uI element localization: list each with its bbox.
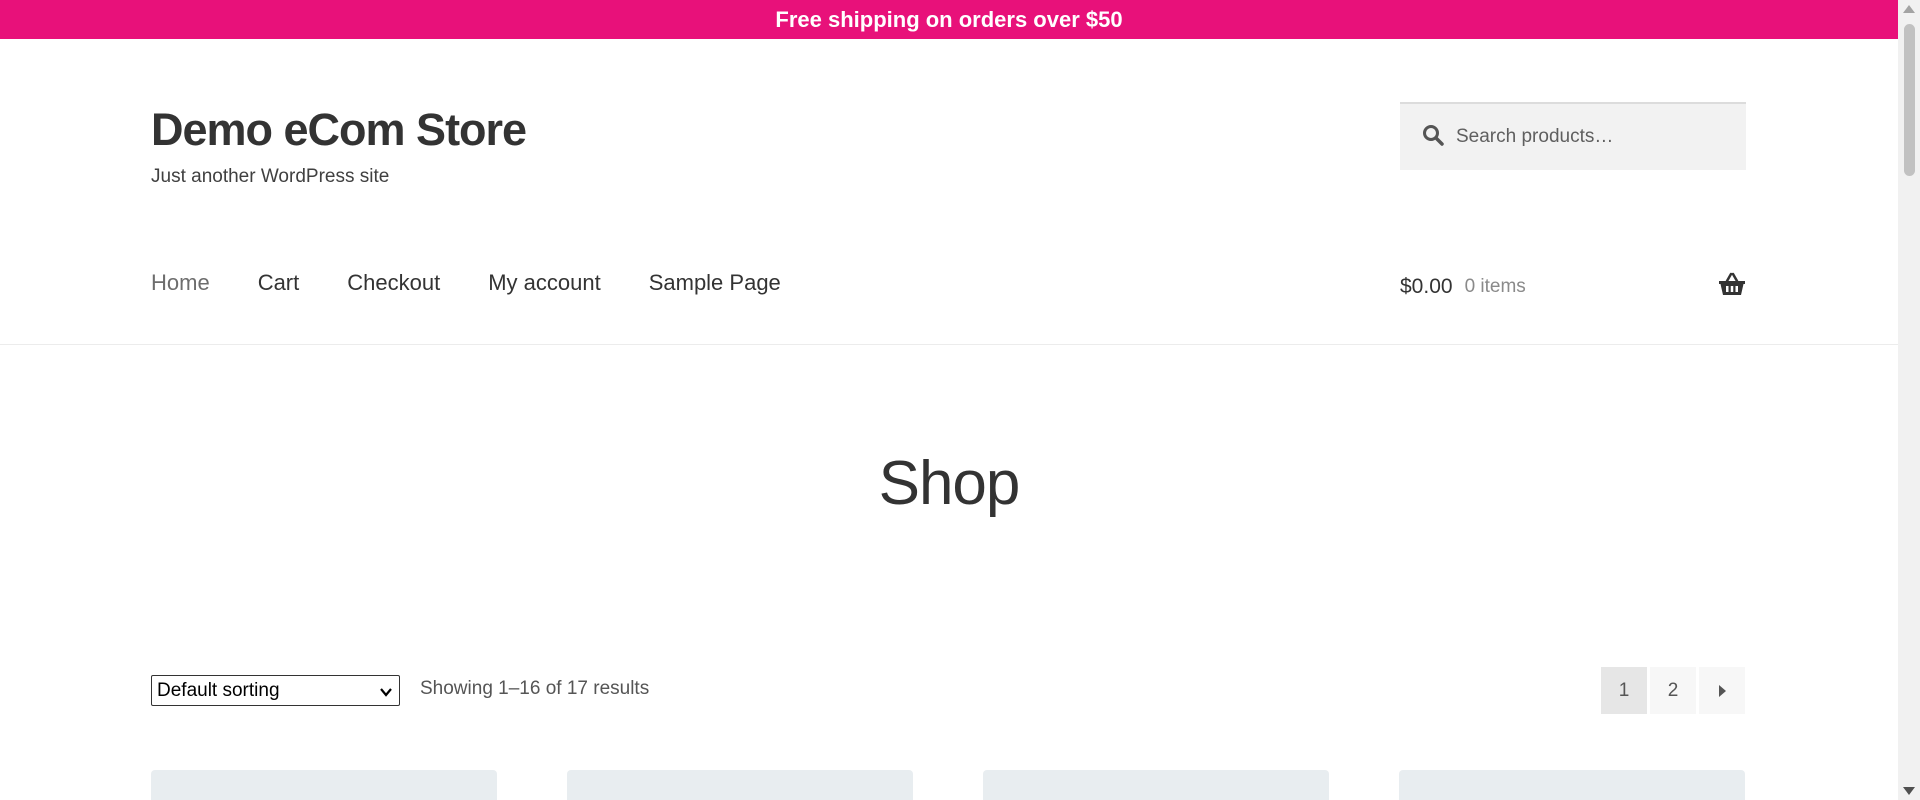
caret-right-icon (1719, 684, 1726, 697)
header-cart[interactable]: $0.00 0 items (1400, 272, 1746, 301)
nav-item-sample-page[interactable]: Sample Page (649, 270, 781, 296)
product-card[interactable] (1399, 770, 1745, 800)
nav-item-home[interactable]: Home (151, 270, 210, 296)
promo-banner-text: Free shipping on orders over $50 (775, 6, 1123, 32)
nav-item-my-account[interactable]: My account (488, 270, 601, 296)
pagination-page-2[interactable]: 2 (1650, 667, 1696, 714)
cart-count[interactable]: 0 items (1465, 276, 1526, 298)
header-divider (0, 344, 1898, 345)
pagination: 1 2 (1601, 667, 1745, 714)
scroll-down-arrow-icon[interactable] (1903, 787, 1915, 795)
product-card[interactable] (983, 770, 1329, 800)
pagination-next-button[interactable] (1699, 667, 1745, 714)
pagination-page-1: 1 (1601, 667, 1647, 714)
basket-icon[interactable] (1718, 272, 1746, 301)
result-count: Showing 1–16 of 17 results (420, 678, 650, 699)
sorting-select[interactable]: Default sorting (151, 675, 400, 706)
nav-item-cart[interactable]: Cart (258, 270, 300, 296)
chevron-down-icon (379, 683, 393, 705)
scrollbar-thumb[interactable] (1904, 24, 1915, 176)
sorting-selected-value: Default sorting (157, 679, 280, 701)
product-card[interactable] (567, 770, 913, 800)
product-card[interactable] (151, 770, 497, 800)
search-icon (1422, 124, 1444, 151)
page: Free shipping on orders over $50 Demo eC… (0, 0, 1898, 800)
search-form (1400, 102, 1746, 170)
cart-amount[interactable]: $0.00 (1400, 275, 1453, 299)
site-tagline: Just another WordPress site (151, 166, 390, 187)
page-title: Shop (878, 449, 1021, 518)
primary-navigation: Home Cart Checkout My account Sample Pag… (151, 270, 829, 296)
site-title[interactable]: Demo eCom Store (151, 104, 527, 156)
nav-item-checkout[interactable]: Checkout (347, 270, 440, 296)
scrollbar[interactable] (1898, 0, 1920, 800)
search-input[interactable] (1456, 126, 1726, 148)
promo-banner: Free shipping on orders over $50 (0, 0, 1898, 39)
scroll-up-arrow-icon[interactable] (1903, 5, 1915, 13)
